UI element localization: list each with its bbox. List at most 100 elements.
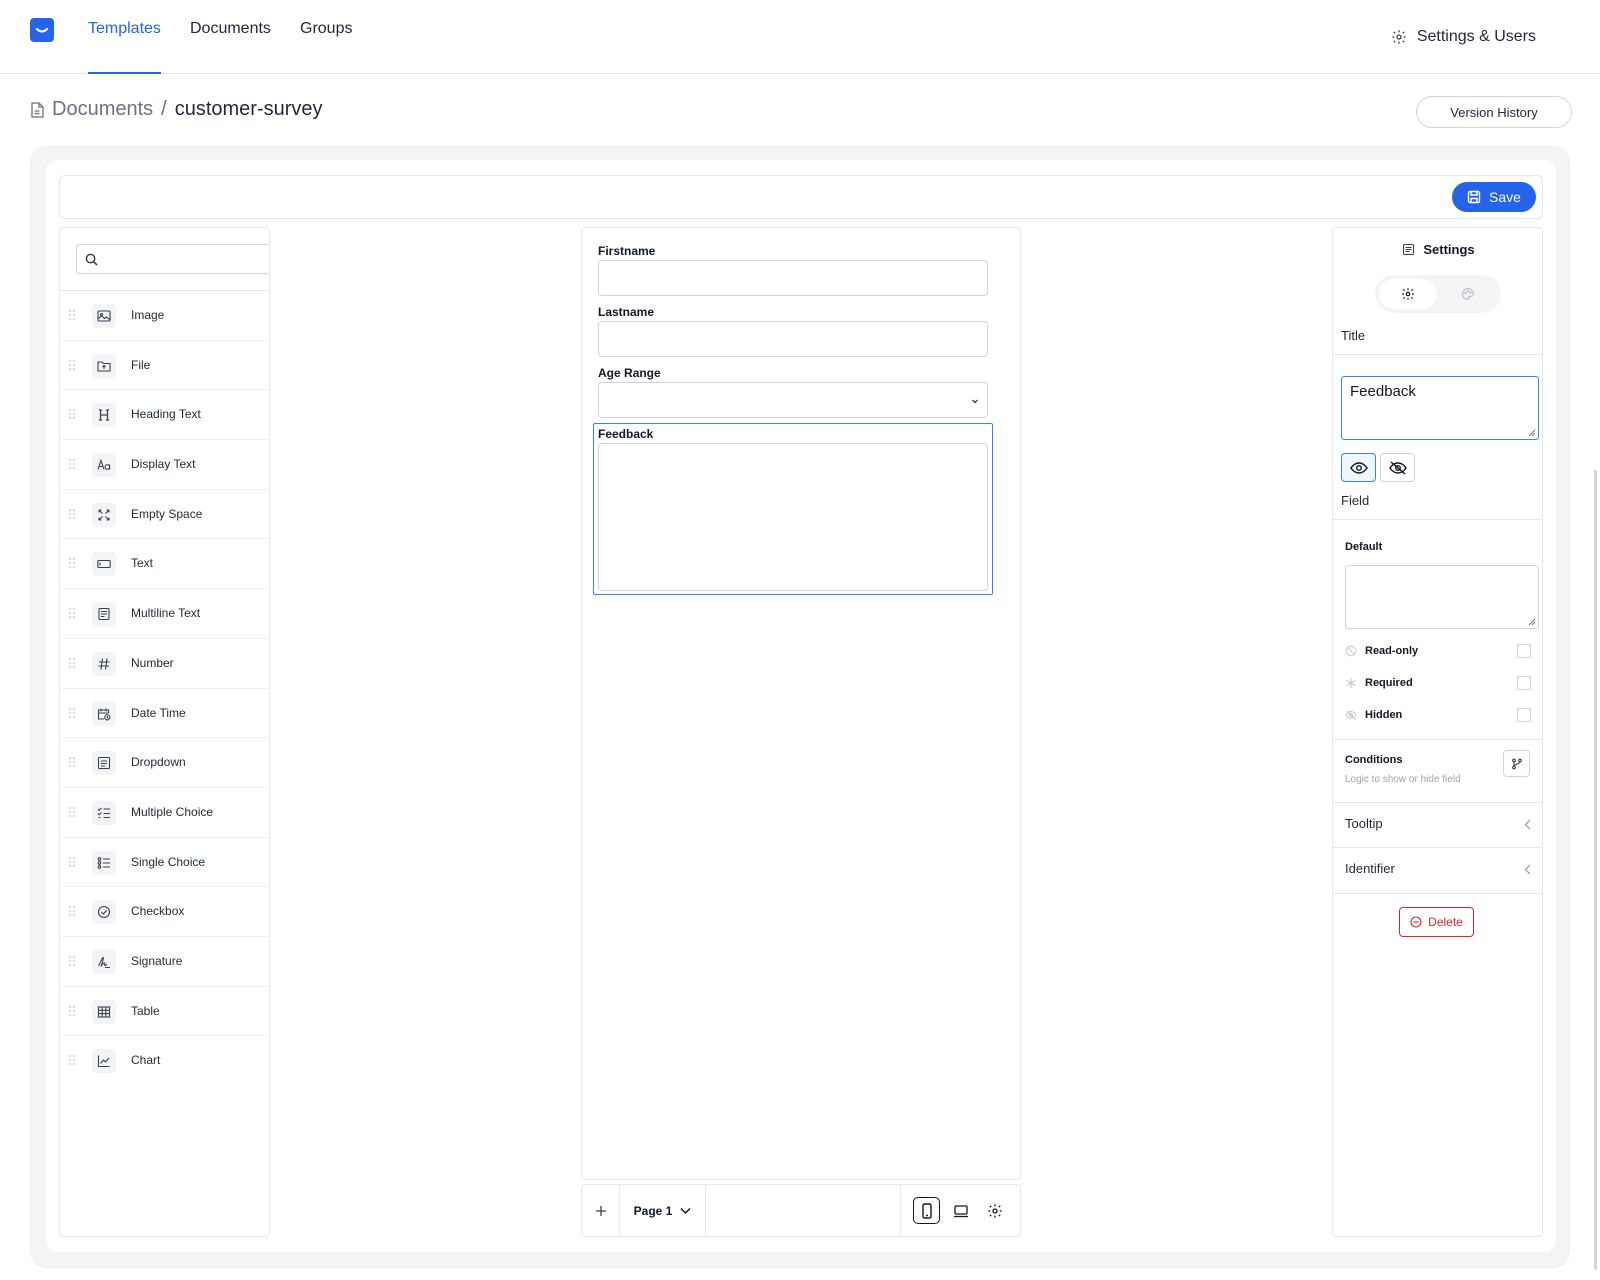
palette-item-chart[interactable]: Chart <box>60 1036 269 1086</box>
drag-handle-icon[interactable] <box>68 1054 76 1066</box>
required-checkbox[interactable] <box>1517 676 1531 690</box>
palette-search-input[interactable] <box>76 244 269 274</box>
palette-item-signature[interactable]: Signature <box>60 937 269 987</box>
identifier-accordion[interactable]: Identifier <box>1345 861 1531 876</box>
page-scrollbar[interactable] <box>1594 470 1597 1270</box>
drag-handle-icon[interactable] <box>68 955 76 967</box>
palette-item-file[interactable]: File <box>60 341 269 391</box>
settings-header: Settings <box>1333 242 1542 257</box>
palette-item-image[interactable]: Image <box>60 291 269 341</box>
file-upload-icon <box>92 353 116 378</box>
view-mode-group <box>900 1185 1020 1236</box>
tab-style-settings[interactable] <box>1439 279 1497 309</box>
tab-documents[interactable]: Documents <box>190 20 271 74</box>
palette-item-label: Image <box>131 308 165 322</box>
chevron-left-icon <box>1524 864 1531 875</box>
table-icon <box>92 999 116 1024</box>
dropdown-icon <box>92 751 116 776</box>
palette-item-label: Heading Text <box>131 407 201 422</box>
page-title: customer-survey <box>174 98 323 120</box>
accordion-label: Identifier <box>1345 861 1395 876</box>
save-button[interactable]: Save <box>1452 182 1536 212</box>
drag-handle-icon[interactable] <box>68 856 76 868</box>
drag-handle-icon[interactable] <box>68 806 76 818</box>
palette-item-checkbox[interactable]: Checkbox <box>60 887 269 937</box>
chart-icon <box>92 1049 116 1074</box>
drag-handle-icon[interactable] <box>68 309 76 321</box>
palette-item-single-choice[interactable]: Single Choice <box>60 838 269 888</box>
settings-users-link[interactable]: Settings & Users <box>1391 28 1536 46</box>
title-textarea[interactable]: Feedback <box>1341 376 1539 440</box>
breadcrumb-documents-link[interactable]: Documents <box>52 98 153 121</box>
drag-handle-icon[interactable] <box>68 359 76 371</box>
palette-item-text[interactable]: Text <box>60 539 269 590</box>
add-page-button[interactable] <box>582 1185 620 1236</box>
signature-icon <box>92 949 116 974</box>
drag-handle-icon[interactable] <box>68 707 76 719</box>
drag-handle-icon[interactable] <box>68 508 76 520</box>
canvas-bottom-bar: Page 1 <box>581 1184 1021 1237</box>
hide-title-button[interactable] <box>1380 453 1415 482</box>
read-only-checkbox[interactable] <box>1517 644 1531 658</box>
divider <box>1333 739 1542 740</box>
minus-circle-icon <box>1410 916 1422 928</box>
page-label: Page 1 <box>633 1203 673 1218</box>
checklist-icon <box>92 800 116 825</box>
field-label-firstname: Firstname <box>598 244 656 258</box>
palette-item-dropdown[interactable]: Dropdown <box>60 738 269 788</box>
conditions-button[interactable] <box>1503 750 1530 777</box>
palette-item-display-text[interactable]: Display Text <box>60 440 269 490</box>
firstname-input[interactable] <box>598 260 988 296</box>
palette-item-number[interactable]: Number <box>60 639 269 689</box>
lastname-input[interactable] <box>598 321 988 357</box>
hash-icon <box>92 651 116 676</box>
age-range-select[interactable] <box>598 382 988 418</box>
tooltip-accordion[interactable]: Tooltip <box>1345 816 1531 831</box>
feedback-textarea[interactable] <box>598 443 988 591</box>
default-value-textarea[interactable] <box>1345 565 1539 629</box>
settings-panel: Settings Title Feedback Field Default Re… <box>1332 227 1543 1237</box>
desktop-view-button[interactable] <box>947 1197 974 1224</box>
tab-templates[interactable]: Templates <box>88 20 161 74</box>
drag-handle-icon[interactable] <box>68 1005 76 1017</box>
tab-general-settings[interactable] <box>1379 279 1437 309</box>
breadcrumb-separator: / <box>161 98 167 120</box>
chevron-left-icon <box>1524 819 1531 830</box>
hidden-icon <box>1345 709 1357 721</box>
palette-item-table[interactable]: Table <box>60 987 269 1037</box>
page-selector[interactable]: Page 1 <box>620 1185 706 1236</box>
drag-handle-icon[interactable] <box>68 756 76 768</box>
save-icon <box>1467 190 1481 204</box>
drag-handle-icon[interactable] <box>68 408 76 420</box>
app-logo-icon[interactable] <box>30 18 54 42</box>
palette-item-multiple-choice[interactable]: Multiple Choice <box>60 788 269 838</box>
palette-item-label: Checkbox <box>131 904 185 919</box>
drag-handle-icon[interactable] <box>68 557 76 569</box>
drag-handle-icon[interactable] <box>68 458 76 470</box>
delete-field-button[interactable]: Delete <box>1399 907 1474 937</box>
palette-item-label: Display Text <box>131 457 196 472</box>
tab-groups[interactable]: Groups <box>300 20 352 74</box>
divider <box>1333 354 1542 355</box>
drag-handle-icon[interactable] <box>68 657 76 669</box>
option-required: Required <box>1345 675 1531 691</box>
drag-handle-icon[interactable] <box>68 905 76 917</box>
palette-item-label: Number <box>131 655 174 670</box>
palette-item-date-time[interactable]: Date Time <box>60 689 269 739</box>
drag-handle-icon[interactable] <box>68 607 76 619</box>
canvas-settings-button[interactable] <box>981 1197 1008 1224</box>
settings-users-label: Settings & Users <box>1416 28 1536 45</box>
conditions-title: Conditions <box>1345 754 1403 766</box>
palette-item-label: Multiline Text <box>131 606 201 621</box>
palette-item-empty-space[interactable]: Empty Space <box>60 490 269 540</box>
hidden-checkbox[interactable] <box>1517 708 1531 722</box>
resize-handle-icon[interactable] <box>1527 428 1536 437</box>
mobile-view-button[interactable] <box>913 1197 940 1224</box>
resize-handle-icon[interactable] <box>1527 617 1536 626</box>
palette-item-multiline-text[interactable]: Multiline Text <box>60 589 269 639</box>
show-title-button[interactable] <box>1341 453 1376 482</box>
version-history-button[interactable]: Version History <box>1416 96 1572 128</box>
calendar-clock-icon <box>92 701 116 726</box>
option-read-only: Read-only <box>1345 643 1531 659</box>
palette-item-heading-text[interactable]: Heading Text <box>60 390 269 441</box>
